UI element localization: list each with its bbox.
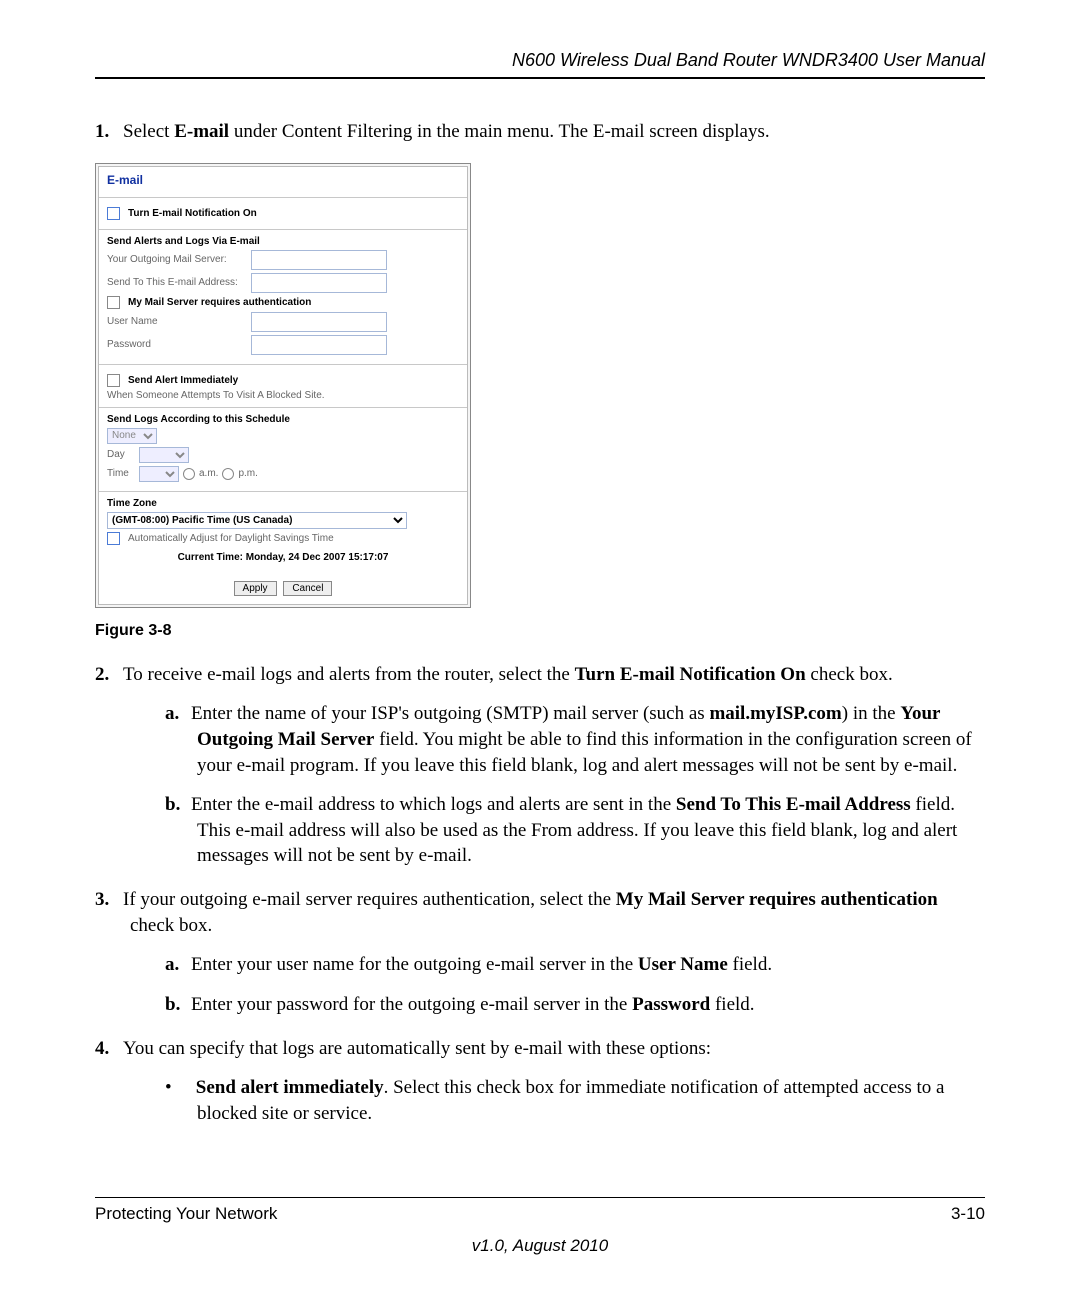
send-alerts-heading: Send Alerts and Logs Via E-mail: [107, 236, 459, 247]
day-label: Day: [107, 449, 135, 460]
timezone-select[interactable]: (GMT-08:00) Pacific Time (US Canada): [107, 512, 407, 529]
step-3a-t1: Enter your user name for the outgoing e-…: [191, 954, 638, 975]
pm-label: p.m.: [238, 468, 257, 479]
outgoing-server-input[interactable]: [251, 250, 387, 270]
step-3b-b1: Password: [632, 994, 710, 1015]
step-2a-b1: mail.myISP.com: [709, 703, 841, 724]
step-1: 1.Select E-mail under Content Filtering …: [95, 119, 985, 145]
step-1-text-pre: Select: [123, 121, 174, 142]
step-2a-number: a.: [165, 701, 191, 727]
cancel-button[interactable]: Cancel: [283, 581, 332, 596]
password-label: Password: [107, 339, 247, 350]
step-1-text-post: under Content Filtering in the main menu…: [229, 121, 770, 142]
step-2-t2: check box.: [806, 664, 893, 685]
step-2-t1: To receive e-mail logs and alerts from t…: [123, 664, 575, 685]
step-3a: a.Enter your user name for the outgoing …: [165, 952, 985, 978]
email-settings-screenshot: E-mail Turn E-mail Notification On Send …: [95, 163, 471, 608]
step-3a-number: a.: [165, 952, 191, 978]
step-2b-b1: Send To This E-mail Address: [676, 794, 911, 815]
step-4: 4.You can specify that logs are automati…: [95, 1036, 985, 1127]
current-time: Current Time: Monday, 24 Dec 2007 15:17:…: [107, 548, 459, 567]
step-1-bold: E-mail: [174, 121, 229, 142]
day-select[interactable]: [139, 447, 189, 463]
step-2-number: 2.: [95, 662, 123, 688]
dst-checkbox[interactable]: [107, 532, 120, 545]
step-1-number: 1.: [95, 119, 123, 145]
username-input[interactable]: [251, 312, 387, 332]
step-3a-t2: field.: [728, 954, 772, 975]
send-alert-immediately-label: Send Alert Immediately: [128, 375, 238, 386]
send-to-label: Send To This E-mail Address:: [107, 277, 247, 288]
step-3b-t2: field.: [710, 994, 754, 1015]
step-3: 3.If your outgoing e-mail server require…: [95, 887, 985, 1018]
step-4-text: You can specify that logs are automatica…: [123, 1038, 711, 1059]
apply-button[interactable]: Apply: [234, 581, 277, 596]
step-2b-number: b.: [165, 792, 191, 818]
schedule-select[interactable]: None: [107, 428, 157, 444]
document-header: N600 Wireless Dual Band Router WNDR3400 …: [95, 50, 985, 79]
timezone-heading: Time Zone: [107, 498, 459, 509]
step-3-number: 3.: [95, 887, 123, 913]
outgoing-server-label: Your Outgoing Mail Server:: [107, 254, 247, 265]
turn-email-on-label: Turn E-mail Notification On: [128, 208, 257, 219]
turn-email-on-checkbox[interactable]: [107, 207, 120, 220]
step-3-t2: check box.: [130, 915, 212, 936]
step-2a: a.Enter the name of your ISP's outgoing …: [165, 701, 985, 778]
schedule-heading: Send Logs According to this Schedule: [107, 414, 459, 425]
step-4-bullet-bold: Send alert immediately: [196, 1077, 384, 1098]
send-to-input[interactable]: [251, 273, 387, 293]
footer-right: 3-10: [951, 1204, 985, 1224]
step-3-b1: My Mail Server requires authentication: [616, 889, 938, 910]
time-label: Time: [107, 468, 135, 479]
alert-description: When Someone Attempts To Visit A Blocked…: [107, 390, 459, 401]
step-4-number: 4.: [95, 1036, 123, 1062]
footer-left: Protecting Your Network: [95, 1204, 277, 1224]
step-2-bold: Turn E-mail Notification On: [575, 664, 806, 685]
step-2a-t2: ) in the: [842, 703, 901, 724]
step-3-t1: If your outgoing e-mail server requires …: [123, 889, 616, 910]
dst-label: Automatically Adjust for Daylight Saving…: [128, 533, 334, 544]
am-radio[interactable]: [183, 468, 195, 480]
step-3b-t1: Enter your password for the outgoing e-m…: [191, 994, 632, 1015]
auth-required-checkbox[interactable]: [107, 296, 120, 309]
send-alert-immediately-checkbox[interactable]: [107, 374, 120, 387]
step-3b-number: b.: [165, 992, 191, 1018]
step-3b: b.Enter your password for the outgoing e…: [165, 992, 985, 1018]
username-label: User Name: [107, 316, 247, 327]
step-2: 2.To receive e-mail logs and alerts from…: [95, 662, 985, 869]
step-2b-t1: Enter the e-mail address to which logs a…: [191, 794, 676, 815]
panel-title: E-mail: [99, 167, 467, 197]
pm-radio[interactable]: [222, 468, 234, 480]
auth-required-label: My Mail Server requires authentication: [128, 297, 311, 308]
footer-version: v1.0, August 2010: [95, 1236, 985, 1256]
step-2b: b.Enter the e-mail address to which logs…: [165, 792, 985, 869]
am-label: a.m.: [199, 468, 218, 479]
figure-caption: Figure 3-8: [95, 622, 985, 640]
step-3a-b1: User Name: [638, 954, 728, 975]
step-4-bullet: Send alert immediately. Select this chec…: [165, 1075, 985, 1126]
page-footer: Protecting Your Network 3-10: [95, 1197, 985, 1224]
password-input[interactable]: [251, 335, 387, 355]
step-2a-t1: Enter the name of your ISP's outgoing (S…: [191, 703, 709, 724]
time-select[interactable]: [139, 466, 179, 482]
